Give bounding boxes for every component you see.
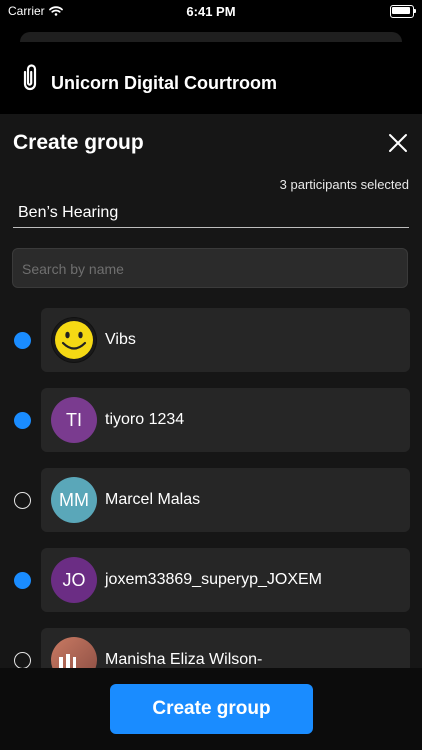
sheet-title: Create group: [13, 131, 144, 154]
close-icon[interactable]: [383, 128, 413, 158]
participant-name: tiyoro 1234: [105, 411, 185, 428]
avatar: TI: [51, 397, 97, 443]
participant-row[interactable]: Vibs: [0, 308, 422, 372]
participant-name: joxem33869_superyp_JOXEM: [105, 571, 323, 588]
search-input[interactable]: [20, 249, 404, 289]
participant-row[interactable]: JO joxem33869_superyp_JOXEM: [0, 548, 422, 612]
selection-radio[interactable]: [14, 412, 31, 429]
group-name-field[interactable]: Ben’s Hearing: [13, 201, 409, 228]
participant-name: Manisha Eliza Wilson-: [105, 651, 263, 668]
battery-icon: [390, 5, 416, 18]
app-title: Unicorn Digital Courtroom: [51, 73, 277, 93]
participant-card[interactable]: Vibs: [41, 308, 410, 372]
participant-row[interactable]: Manisha Eliza Wilson-: [0, 628, 422, 668]
selection-radio[interactable]: [14, 572, 31, 589]
participant-card[interactable]: MM Marcel Malas: [41, 468, 410, 532]
paperclip-icon: [23, 64, 37, 91]
participant-row[interactable]: MM Marcel Malas: [0, 468, 422, 532]
participant-name: Marcel Malas: [105, 491, 201, 508]
avatar: MM: [51, 477, 97, 523]
smiley-icon: [51, 317, 97, 363]
participant-list[interactable]: Vibs TI tiyoro 1234 MM Marcel Malas JO j…: [0, 308, 422, 668]
search-field[interactable]: [12, 248, 408, 289]
create-group-button[interactable]: Create group: [110, 684, 313, 734]
avatar: JO: [51, 557, 97, 603]
participant-card[interactable]: Manisha Eliza Wilson-: [41, 628, 410, 668]
participant-name: Vibs: [105, 331, 136, 348]
participant-card[interactable]: JO joxem33869_superyp_JOXEM: [41, 548, 410, 612]
participant-card[interactable]: TI tiyoro 1234: [41, 388, 410, 452]
participant-row[interactable]: TI tiyoro 1234: [0, 388, 422, 452]
selection-radio[interactable]: [14, 332, 31, 349]
selection-radio[interactable]: [14, 652, 31, 668]
app-header: Unicorn Digital Courtroom: [0, 46, 422, 114]
photo-avatar: [51, 637, 97, 668]
status-bar: Carrier 6:41 PM: [0, 0, 422, 24]
create-group-sheet: Create group 3 participants selected Ben…: [0, 114, 422, 750]
background-card: [20, 32, 402, 42]
selected-count: 3 participants selected: [279, 177, 409, 192]
selection-radio[interactable]: [14, 492, 31, 509]
status-time: 6:41 PM: [186, 4, 236, 19]
group-name-value: Ben’s Hearing: [18, 204, 119, 221]
